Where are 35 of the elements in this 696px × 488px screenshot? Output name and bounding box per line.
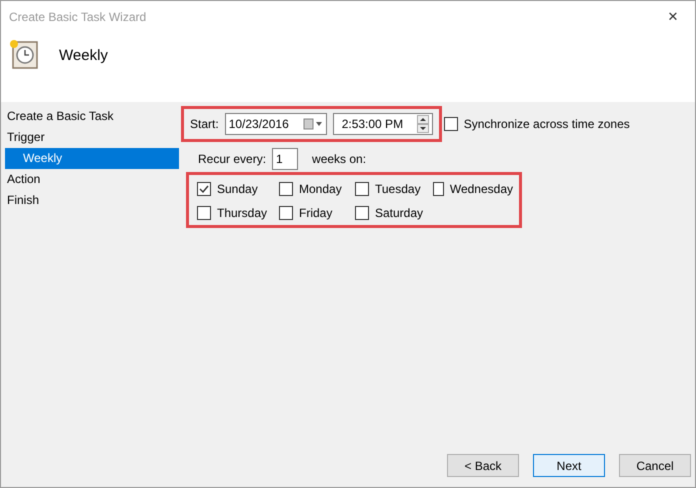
checkbox[interactable] bbox=[279, 182, 293, 196]
sidebar-item[interactable]: Weekly bbox=[5, 148, 179, 169]
checkbox[interactable] bbox=[197, 206, 211, 220]
checkbox-label: Synchronize across time zones bbox=[464, 117, 630, 131]
recur-field[interactable]: 1 bbox=[272, 148, 298, 170]
clock-icon bbox=[7, 38, 39, 70]
checkbox-label: Sunday bbox=[217, 182, 258, 196]
sidebar-item[interactable]: Create a Basic Task bbox=[1, 106, 179, 127]
checkbox-label: Friday bbox=[299, 206, 332, 220]
checkbox[interactable] bbox=[355, 182, 369, 196]
checkbox-label: Thursday bbox=[217, 206, 268, 220]
time-picker[interactable]: 2:53:00 PM bbox=[332, 113, 433, 135]
window-title: Create Basic Task Wizard bbox=[9, 10, 146, 24]
sidebar-item[interactable]: Finish bbox=[1, 190, 179, 211]
sidebar-item[interactable]: Action bbox=[1, 169, 179, 190]
sidebar-item[interactable]: Trigger bbox=[1, 127, 179, 148]
checkbox[interactable] bbox=[433, 182, 444, 196]
dialog-button[interactable]: < Back bbox=[447, 454, 519, 477]
checkbox[interactable] bbox=[355, 206, 369, 220]
checkbox-label: Wednesday bbox=[450, 182, 513, 196]
checkbox[interactable] bbox=[279, 206, 293, 220]
checkbox-label: Tuesday bbox=[375, 182, 421, 196]
calendar-dropdown-icon[interactable] bbox=[302, 118, 323, 130]
page-title: Weekly bbox=[59, 47, 108, 64]
spin-arrows-icon[interactable] bbox=[416, 115, 429, 133]
checkbox-label: Saturday bbox=[375, 206, 424, 220]
date-picker[interactable]: 10/23/2016 bbox=[224, 113, 327, 135]
dialog-button[interactable]: Next bbox=[533, 454, 605, 477]
checkbox-label: Monday bbox=[299, 182, 342, 196]
checkbox[interactable] bbox=[197, 182, 211, 196]
recur-label: Recur every: bbox=[198, 152, 266, 166]
recur-suffix: weeks on: bbox=[312, 152, 366, 166]
checkbox[interactable] bbox=[444, 117, 458, 131]
start-label: Start: bbox=[190, 117, 219, 131]
dialog-button[interactable]: Cancel bbox=[619, 454, 691, 477]
